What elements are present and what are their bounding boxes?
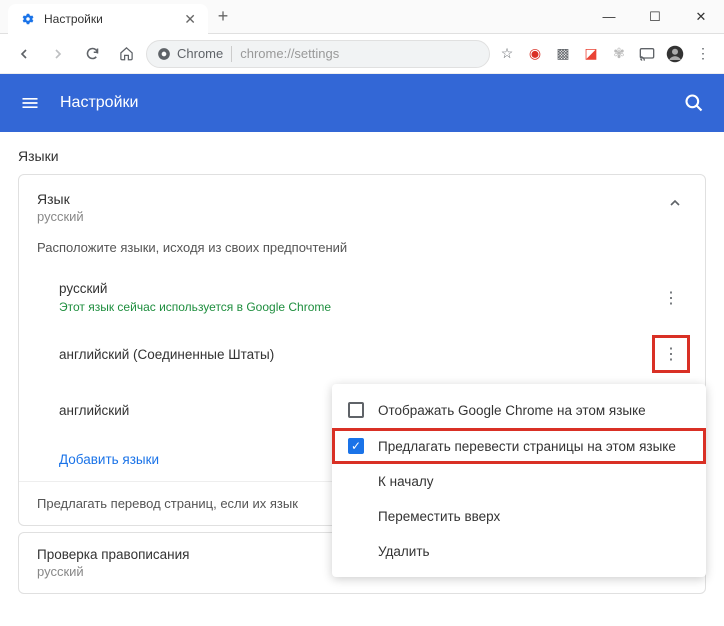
chrome-icon (157, 47, 171, 61)
browser-tab[interactable]: Настройки ✕ (8, 4, 208, 34)
language-row: английский (Соединенные Штаты) ⋮ (19, 326, 705, 382)
extension-icon[interactable]: ▩ (552, 43, 574, 65)
more-icon[interactable]: ⋮ (655, 282, 687, 314)
more-icon[interactable]: ⋮ (655, 338, 687, 370)
reload-button[interactable] (78, 40, 106, 68)
address-bar[interactable]: Chrome chrome://settings (146, 40, 490, 68)
language-name: русский (59, 281, 331, 296)
extension-icon[interactable]: ◪ (580, 43, 602, 65)
menu-label: Удалить (378, 544, 430, 559)
extension-icons: ◉ ▩ ◪ ✾ ⋮ (524, 43, 714, 65)
home-button[interactable] (112, 40, 140, 68)
tab-close-icon[interactable]: ✕ (184, 11, 196, 28)
star-icon[interactable]: ☆ (496, 43, 518, 65)
language-note: Этот язык сейчас используется в Google C… (59, 300, 331, 314)
menu-delete[interactable]: Удалить (332, 534, 706, 569)
section-label: Языки (18, 148, 706, 164)
browser-menu-icon[interactable]: ⋮ (692, 43, 714, 65)
menu-display-in-language[interactable]: Отображать Google Chrome на этом языке (332, 392, 706, 428)
window-titlebar: Настройки ✕ + — ☐ ✕ (0, 0, 724, 34)
menu-offer-translate[interactable]: Предлагать перевести страницы на этом яз… (332, 428, 706, 464)
tab-title: Настройки (44, 12, 176, 26)
gear-icon (20, 11, 36, 27)
window-controls: — ☐ ✕ (586, 0, 724, 33)
card-subtitle: русский (37, 209, 663, 224)
close-window-button[interactable]: ✕ (678, 0, 724, 33)
language-name: английский (Соединенные Штаты) (59, 347, 274, 362)
checkbox-checked-icon[interactable] (348, 438, 364, 454)
new-tab-button[interactable]: + (208, 0, 238, 33)
extension-icon[interactable]: ◉ (524, 43, 546, 65)
cast-icon[interactable] (636, 43, 658, 65)
checkbox-unchecked-icon[interactable] (348, 402, 364, 418)
menu-label: Предлагать перевести страницы на этом яз… (378, 439, 676, 454)
forward-button[interactable] (44, 40, 72, 68)
chrome-chip: Chrome (157, 46, 223, 61)
instruction-text: Расположите языки, исходя из своих предп… (19, 232, 705, 269)
menu-label: Переместить вверх (378, 509, 500, 524)
menu-move-top[interactable]: К началу (332, 464, 706, 499)
language-name: английский (59, 403, 129, 418)
minimize-button[interactable]: — (586, 0, 632, 33)
language-card-header[interactable]: Язык русский (19, 175, 705, 232)
browser-toolbar: Chrome chrome://settings ☆ ◉ ▩ ◪ ✾ ⋮ (0, 34, 724, 74)
extension-icon[interactable]: ✾ (608, 43, 630, 65)
chevron-up-icon[interactable] (663, 191, 687, 215)
maximize-button[interactable]: ☐ (632, 0, 678, 33)
settings-header: Настройки (0, 74, 724, 132)
menu-label: Отображать Google Chrome на этом языке (378, 403, 646, 418)
language-context-menu: Отображать Google Chrome на этом языке П… (332, 384, 706, 577)
menu-label: К началу (378, 474, 433, 489)
language-row: русский Этот язык сейчас используется в … (19, 269, 705, 326)
profile-icon[interactable] (664, 43, 686, 65)
page-title: Настройки (60, 94, 664, 112)
url-text: chrome://settings (240, 46, 339, 61)
back-button[interactable] (10, 40, 38, 68)
menu-icon[interactable] (20, 93, 40, 113)
divider (231, 46, 232, 62)
menu-move-up[interactable]: Переместить вверх (332, 499, 706, 534)
card-title: Язык (37, 191, 663, 207)
search-icon[interactable] (684, 93, 704, 113)
